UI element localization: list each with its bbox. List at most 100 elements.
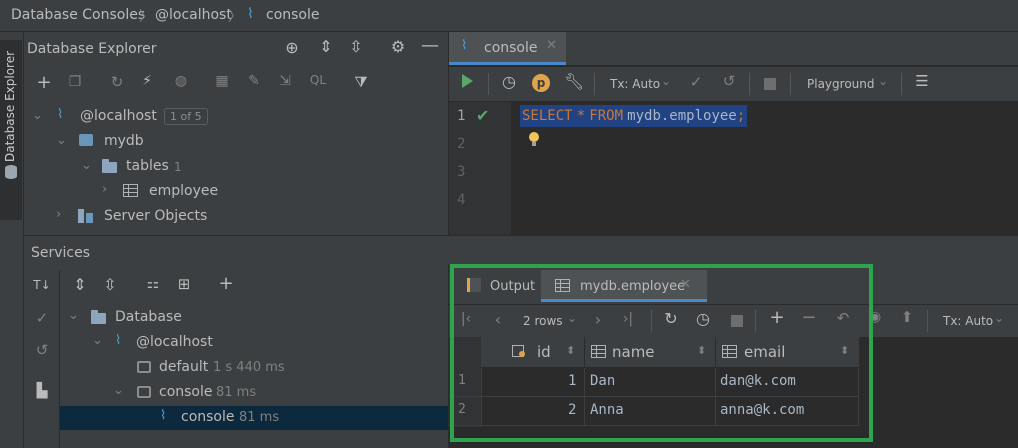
sort-icon[interactable]: ⬍: [566, 344, 575, 357]
tx-mode-select[interactable]: Tx: Auto: [610, 77, 660, 91]
table-row[interactable]: 1 1 Dan dan@k.com: [449, 368, 859, 397]
refresh-icon[interactable]: ↻: [107, 73, 127, 91]
tree-item-db[interactable]: ⌄ mydb: [24, 130, 447, 154]
tree-item-tables[interactable]: ⌄ tables 1: [24, 155, 447, 179]
services-item-console-group[interactable]: ⌄ console 81 ms: [60, 381, 448, 405]
gear-icon[interactable]: ⚙: [388, 37, 408, 56]
explorer-header: Database Explorer ⊕ ⇕ ⇳ ⚙ —: [24, 32, 447, 66]
mysql-icon: ⌇: [461, 38, 468, 53]
cell-name[interactable]: Anna: [590, 402, 624, 418]
lightbulb-icon[interactable]: [529, 132, 539, 142]
close-icon[interactable]: ✕: [680, 277, 691, 292]
next-page-icon[interactable]: ›: [589, 310, 607, 329]
column-header-name[interactable]: name ⬍: [585, 337, 716, 367]
stop-icon[interactable]: [764, 78, 776, 90]
cell-name[interactable]: Dan: [590, 373, 615, 389]
parameters-icon[interactable]: p: [532, 74, 550, 92]
breadcrumb-item-console[interactable]: console: [266, 7, 320, 23]
cell-email[interactable]: anna@k.com: [720, 402, 804, 418]
add-row-icon[interactable]: +: [767, 307, 787, 328]
results-panel: Output mydb.employee ✕ |‹ ‹ 2 rows ⌄ › ›…: [449, 264, 1018, 448]
chevron-down-icon: ⌄: [56, 133, 67, 148]
results-tx-select[interactable]: Tx: Auto: [943, 314, 993, 328]
tx-icon[interactable]: T↓: [31, 278, 53, 292]
tree-item-employee[interactable]: › employee: [24, 180, 447, 204]
breadcrumb-item-host[interactable]: @localhost: [155, 7, 232, 23]
chevron-down-icon[interactable]: ⌄: [994, 311, 1004, 325]
expand-all-icon[interactable]: ⇕: [316, 37, 336, 56]
query-console-icon[interactable]: QL: [308, 73, 328, 87]
preview-icon[interactable]: ◉: [865, 309, 885, 325]
sort-icon[interactable]: ⬍: [840, 344, 849, 357]
commit-icon[interactable]: ✓: [31, 309, 53, 327]
database-explorer-side-tab[interactable]: Database Explorer: [0, 40, 22, 220]
copy-icon[interactable]: ❐: [65, 74, 85, 90]
close-icon[interactable]: ✕: [546, 38, 557, 53]
query-history-icon[interactable]: ◷: [693, 309, 713, 328]
column-header-email[interactable]: email ⬍: [716, 337, 859, 367]
table-editor-icon[interactable]: ▦: [212, 73, 232, 89]
locate-icon[interactable]: ⊕: [282, 38, 302, 57]
cell-id[interactable]: 1: [568, 373, 576, 389]
explorer-toolbar: + ❐ ↻ ⚡ ◍ ▦ ✎ ⇲ QL ⧩: [24, 70, 447, 98]
expand-all-icon[interactable]: ⇕: [70, 275, 90, 294]
tree-item-host[interactable]: ⌄ ⌇ @localhost 1 of 5: [24, 105, 447, 129]
tree-item-server-objects[interactable]: › Server Objects: [24, 205, 447, 229]
chevron-down-icon[interactable]: ⌄: [567, 311, 577, 325]
row-number: 1: [458, 373, 466, 388]
first-page-icon[interactable]: |‹: [457, 311, 475, 327]
layout-icon[interactable]: ▙: [31, 383, 53, 399]
sql-star: *: [576, 108, 586, 124]
database-stack-icon[interactable]: ◍: [171, 73, 191, 89]
services-item-database[interactable]: ⌄ Database: [60, 306, 448, 330]
collapse-all-icon[interactable]: ⇳: [100, 275, 120, 294]
column-icon: [591, 345, 606, 358]
previous-page-icon[interactable]: ‹: [489, 310, 507, 329]
rollback-icon[interactable]: ↺: [31, 341, 53, 359]
minimize-icon[interactable]: —: [420, 35, 440, 56]
refresh-icon[interactable]: ↻: [661, 309, 681, 328]
group-by-icon[interactable]: ⚏: [143, 276, 163, 292]
commit-icon[interactable]: ✓: [686, 73, 706, 91]
add-icon[interactable]: +: [215, 273, 237, 294]
edit-icon[interactable]: ✎: [244, 73, 264, 89]
history-icon[interactable]: ◷: [499, 72, 519, 91]
services-item-host[interactable]: ⌄ ⌇ @localhost: [60, 331, 448, 355]
cell-email[interactable]: dan@k.com: [720, 373, 796, 389]
tables-label: tables: [126, 158, 169, 174]
last-page-icon[interactable]: ›|: [619, 311, 637, 327]
column-header-id[interactable]: id ⬍: [481, 337, 585, 367]
session-icon: [137, 386, 151, 398]
output-layout-icon[interactable]: ☰: [912, 72, 932, 90]
add-service-icon[interactable]: ⊞: [173, 275, 195, 293]
stop-icon[interactable]: [731, 315, 743, 327]
services-database-label: Database: [115, 309, 182, 325]
jump-icon[interactable]: ⇲: [275, 73, 295, 89]
breadcrumb-item-consoles[interactable]: Database Consoles: [11, 7, 145, 23]
sort-icon[interactable]: ⬍: [697, 344, 706, 357]
host-label: @localhost: [80, 108, 157, 124]
chevron-down-icon[interactable]: ⌄: [878, 74, 888, 88]
run-icon[interactable]: [462, 74, 473, 88]
submit-icon[interactable]: ⬆: [897, 308, 917, 326]
session-select[interactable]: Playground: [807, 77, 874, 91]
sql-line-1[interactable]: SELECT * FROM mydb.employee;: [520, 105, 748, 127]
services-item-console[interactable]: ⌇ console 81 ms: [60, 406, 448, 430]
rollback-icon[interactable]: ↺: [719, 72, 739, 90]
services-console-group-label: console: [159, 384, 213, 400]
rows-count-select[interactable]: 2 rows: [523, 314, 563, 328]
chevron-down-icon[interactable]: ⌄: [661, 74, 671, 88]
table-row[interactable]: 2 2 Anna anna@k.com: [449, 397, 859, 426]
revert-icon[interactable]: ↶: [833, 309, 853, 327]
cell-id[interactable]: 2: [568, 402, 576, 418]
delete-row-icon[interactable]: −: [799, 307, 819, 328]
tab-employee[interactable]: mydb.employee ✕: [541, 270, 707, 302]
add-icon[interactable]: +: [33, 72, 55, 93]
services-item-default[interactable]: default 1 s 440 ms: [60, 356, 448, 380]
schema-sync-icon[interactable]: ⚡: [137, 73, 157, 89]
filter-icon[interactable]: ⧩: [351, 73, 371, 91]
tab-output[interactable]: Output: [455, 270, 539, 302]
wrench-icon[interactable]: 🔧︎: [564, 72, 584, 91]
tab-console[interactable]: ⌇ console ✕: [449, 32, 566, 65]
collapse-all-icon[interactable]: ⇳: [346, 37, 366, 56]
